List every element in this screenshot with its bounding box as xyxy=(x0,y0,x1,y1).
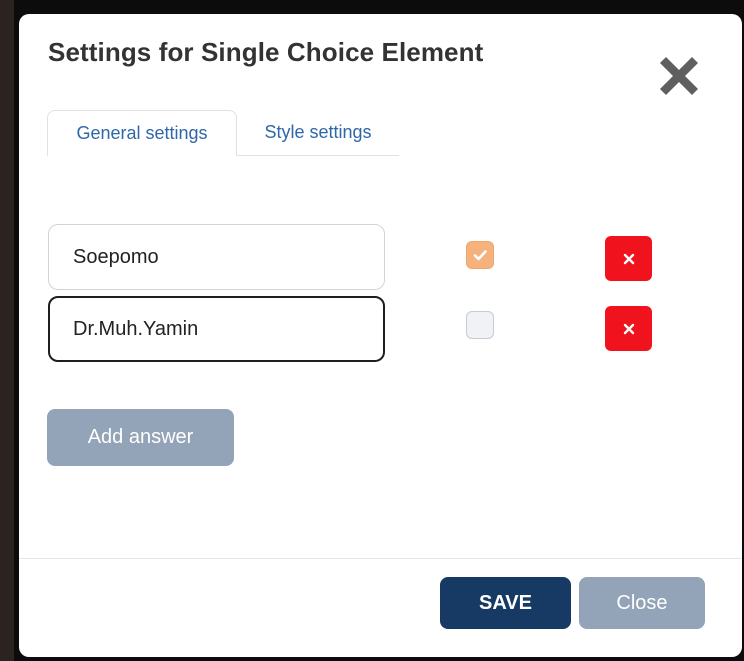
modal-title: Settings for Single Choice Element xyxy=(48,37,484,67)
delete-answer-button-2[interactable] xyxy=(605,306,652,351)
correct-answer-checkbox-2[interactable] xyxy=(466,311,494,339)
tab-style-settings[interactable]: Style settings xyxy=(245,110,391,154)
background-page-edge xyxy=(0,0,14,661)
footer-divider xyxy=(19,558,742,559)
times-icon xyxy=(623,253,634,264)
close-x-icon[interactable] xyxy=(655,52,703,100)
answer-input-1[interactable] xyxy=(48,224,385,290)
settings-modal: Settings for Single Choice Element Gener… xyxy=(19,14,742,657)
checkmark-icon xyxy=(473,250,487,261)
delete-answer-button-1[interactable] xyxy=(605,236,652,281)
tab-general-settings[interactable]: General settings xyxy=(47,110,237,156)
save-button[interactable]: SAVE xyxy=(440,577,571,629)
correct-answer-checkbox-1[interactable] xyxy=(466,241,494,269)
answer-input-2[interactable] xyxy=(48,296,385,362)
close-button[interactable]: Close xyxy=(579,577,705,629)
add-answer-button[interactable]: Add answer xyxy=(47,409,234,466)
settings-tabs: General settings Style settings xyxy=(47,110,399,156)
times-icon xyxy=(623,323,634,334)
